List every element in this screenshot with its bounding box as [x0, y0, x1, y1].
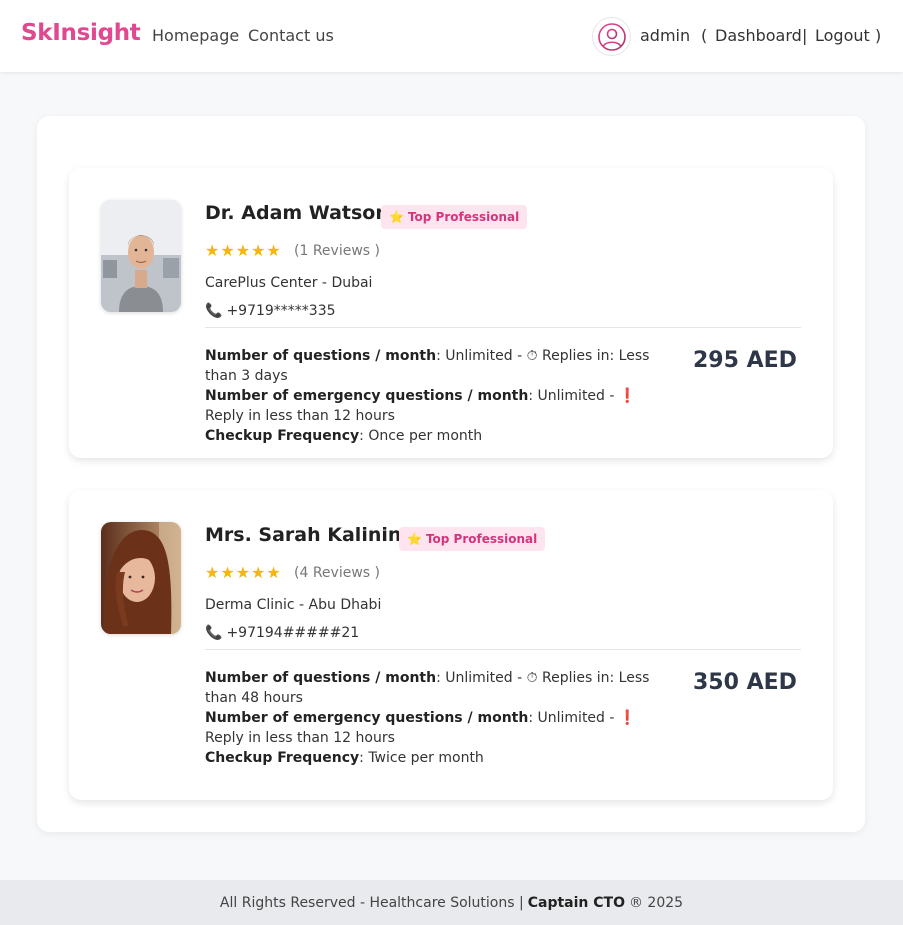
checkup-label: Checkup Frequency	[205, 428, 360, 444]
price: 350 AED	[693, 670, 797, 695]
top-navbar: SkInsight Homepage Contact us admin ( Da…	[0, 0, 903, 72]
checkup-value: : Once per month	[359, 428, 483, 444]
footer-text: All Rights Reserved - Healthcare Solutio…	[219, 894, 524, 911]
reviews-count: (1 Reviews )	[294, 243, 380, 259]
doctor-photo	[101, 522, 181, 634]
checkup-row: Checkup Frequency: Twice per month	[205, 748, 677, 768]
rating-stars-icon: ★★★★★	[205, 563, 282, 582]
emergency-row: Number of emergency questions / month: U…	[205, 386, 677, 426]
badge-label: Top Professional	[425, 532, 538, 546]
header-separator: |	[802, 26, 808, 45]
badge-label: Top Professional	[407, 210, 520, 224]
phone-number: +97194#####21	[226, 625, 360, 641]
phone-number: +9719*****335	[226, 303, 336, 319]
phone-icon: 📞	[205, 625, 223, 641]
reviews-count: (4 Reviews )	[294, 565, 380, 581]
doctor-card[interactable]: Dr. Adam Watson ⭐ Top Professional ★★★★★…	[69, 168, 833, 458]
clinic-location: Derma Clinic - Abu Dhabi	[205, 597, 382, 613]
doctor-photo	[101, 200, 181, 312]
questions-label: Number of questions / month	[205, 348, 437, 364]
paren-open: (	[701, 26, 708, 45]
checkup-label: Checkup Frequency	[205, 750, 360, 766]
user-avatar-icon[interactable]	[592, 17, 631, 56]
user-name: admin	[640, 26, 691, 45]
nav-homepage-link[interactable]: Homepage	[152, 26, 239, 45]
doctor-name[interactable]: Dr. Adam Watson	[205, 202, 389, 224]
logout-link[interactable]: Logout	[815, 26, 870, 45]
star-icon: ⭐	[389, 210, 404, 224]
footer: All Rights Reserved - Healthcare Solutio…	[0, 880, 903, 925]
footer-brand[interactable]: Captain CTO	[528, 895, 625, 911]
divider	[205, 649, 801, 650]
star-icon: ⭐	[407, 532, 422, 546]
doctors-list-container: Dr. Adam Watson ⭐ Top Professional ★★★★★…	[37, 116, 865, 832]
logo[interactable]: SkInsight	[21, 20, 141, 46]
questions-row: Number of questions / month: Unlimited -…	[205, 346, 677, 386]
doctor-name[interactable]: Mrs. Sarah Kalinina	[205, 524, 414, 546]
price: 295 AED	[693, 348, 797, 373]
phone-icon: 📞	[205, 303, 223, 319]
emergency-row: Number of emergency questions / month: U…	[205, 708, 677, 748]
phone-row: 📞 +9719*****335	[205, 303, 336, 319]
plan-details: Number of questions / month: Unlimited -…	[205, 668, 677, 768]
paren-close: )	[875, 26, 882, 45]
checkup-value: : Twice per month	[359, 750, 484, 766]
questions-row: Number of questions / month: Unlimited -…	[205, 668, 677, 708]
doctor-card[interactable]: Mrs. Sarah Kalinina ⭐ Top Professional ★…	[69, 490, 833, 800]
questions-label: Number of questions / month	[205, 670, 437, 686]
nav-contact-link[interactable]: Contact us	[248, 26, 334, 45]
phone-row: 📞 +97194#####21	[205, 625, 359, 641]
plan-details: Number of questions / month: Unlimited -…	[205, 346, 677, 446]
divider	[205, 327, 801, 328]
dashboard-link[interactable]: Dashboard	[715, 26, 802, 45]
footer-copyright: ® 2025	[628, 894, 684, 911]
rating-stars-icon: ★★★★★	[205, 241, 282, 260]
clinic-location: CarePlus Center - Dubai	[205, 275, 373, 291]
top-professional-badge: ⭐ Top Professional	[381, 205, 528, 229]
emergency-label: Number of emergency questions / month	[205, 388, 529, 404]
emergency-label: Number of emergency questions / month	[205, 710, 529, 726]
top-professional-badge: ⭐ Top Professional	[399, 527, 546, 551]
checkup-row: Checkup Frequency: Once per month	[205, 426, 677, 446]
